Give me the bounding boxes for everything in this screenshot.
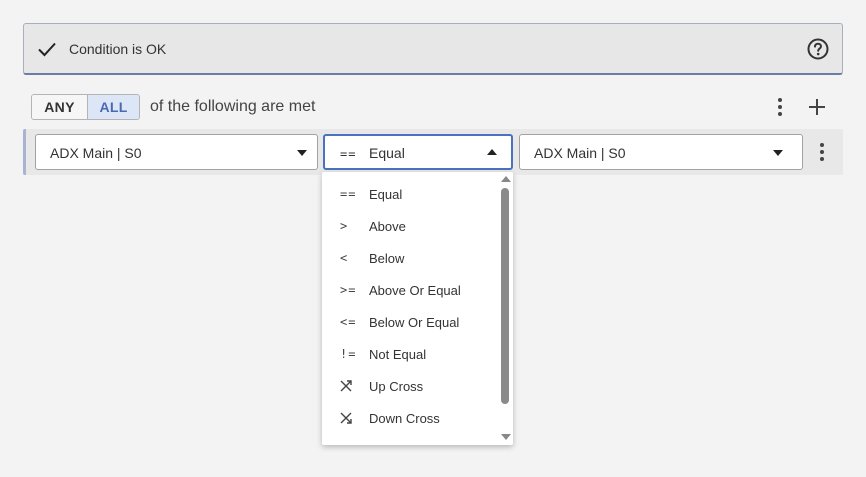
scrollbar-thumb[interactable] xyxy=(501,188,509,404)
option-label: Above xyxy=(369,218,406,234)
scroll-up-icon[interactable] xyxy=(501,176,511,182)
operator-option-list: == Equal > Above < Below >= Above Or Equal <… xyxy=(322,178,498,434)
group-more-icon[interactable] xyxy=(772,96,788,118)
chevron-down-icon xyxy=(773,150,783,156)
option-label: Below Or Equal xyxy=(369,314,460,330)
option-not-equal[interactable]: != Not Equal xyxy=(322,338,498,370)
option-below-or-equal[interactable]: <= Below Or Equal xyxy=(322,306,498,338)
operator-label: Equal xyxy=(369,145,405,161)
option-symbol: != xyxy=(340,347,357,361)
chevron-down-icon xyxy=(297,150,307,156)
option-above-or-equal[interactable]: >= Above Or Equal xyxy=(322,274,498,306)
operator-dropdown: == Equal > Above < Below >= Above Or Equal <… xyxy=(322,172,513,445)
help-circle-icon[interactable] xyxy=(807,38,829,60)
option-equal[interactable]: == Equal xyxy=(322,178,498,210)
option-symbol: > xyxy=(340,219,349,233)
option-label: Equal xyxy=(369,186,403,202)
option-label: Up Cross xyxy=(369,378,424,394)
condition-status-bar: Condition is OK xyxy=(23,23,843,75)
condition-more-icon[interactable] xyxy=(814,141,830,163)
option-label: Above Or Equal xyxy=(369,282,461,298)
option-symbol: < xyxy=(340,251,349,265)
option-label: Not Equal xyxy=(369,346,427,362)
status-text: Condition is OK xyxy=(69,41,167,57)
option-below[interactable]: < Below xyxy=(322,242,498,274)
operator-select[interactable]: == Equal xyxy=(323,134,513,170)
option-label: Below xyxy=(369,250,405,266)
operator-symbol: == xyxy=(340,147,357,161)
option-label: Down Cross xyxy=(369,410,440,426)
any-button[interactable]: ANY xyxy=(32,95,88,119)
scroll-down-icon[interactable] xyxy=(501,434,511,440)
match-mode-text: of the following are met xyxy=(150,98,316,115)
dropdown-scrollbar[interactable] xyxy=(497,172,513,445)
match-mode-row: ANY ALL of the following are met xyxy=(31,94,315,120)
all-button[interactable]: ALL xyxy=(88,95,139,119)
add-condition-icon[interactable] xyxy=(806,96,828,118)
option-above[interactable]: > Above xyxy=(322,210,498,242)
option-down-cross[interactable]: Down Cross xyxy=(322,402,498,434)
option-symbol: <= xyxy=(340,315,357,329)
option-symbol: == xyxy=(340,187,357,201)
right-operand-select[interactable]: ADX Main | S0 xyxy=(519,134,803,170)
operator-value: == Equal xyxy=(340,145,405,161)
option-symbol: >= xyxy=(340,283,357,297)
option-up-cross[interactable]: Up Cross xyxy=(322,370,498,402)
condition-row: ADX Main | S0 == Equal ADX Main | S0 xyxy=(23,129,843,175)
match-mode-toggle: ANY ALL xyxy=(31,94,140,120)
right-operand-value: ADX Main | S0 xyxy=(534,145,626,161)
check-icon xyxy=(38,42,56,57)
chevron-up-icon xyxy=(487,149,497,155)
down-cross-icon xyxy=(340,412,352,424)
left-operand-value: ADX Main | S0 xyxy=(50,145,142,161)
up-cross-icon xyxy=(340,380,352,392)
left-operand-select[interactable]: ADX Main | S0 xyxy=(35,134,318,170)
